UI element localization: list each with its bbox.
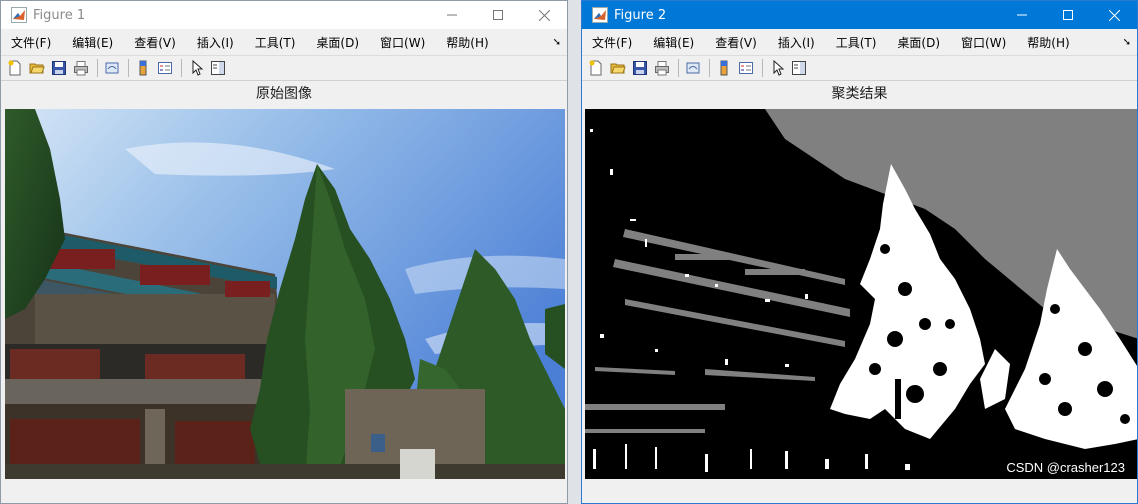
- close-button[interactable]: [521, 1, 567, 29]
- legend-icon[interactable]: [736, 58, 756, 78]
- menu-desktop[interactable]: 桌面(D): [885, 34, 949, 51]
- menu-insert[interactable]: 插入(I): [185, 34, 243, 51]
- menu-view[interactable]: 查看(V): [122, 34, 185, 51]
- open-folder-icon[interactable]: [27, 58, 47, 78]
- menu-help[interactable]: 帮助(H): [434, 34, 497, 51]
- menu-tools[interactable]: 工具(T): [824, 34, 886, 51]
- figure-toolbar: [582, 55, 1137, 81]
- edit-plot-arrow-icon[interactable]: [186, 58, 206, 78]
- titlebar[interactable]: Figure 1: [1, 1, 567, 29]
- minimize-button[interactable]: [999, 1, 1045, 29]
- colorbar-icon[interactable]: [133, 58, 153, 78]
- save-icon[interactable]: [630, 58, 650, 78]
- legend-icon[interactable]: [155, 58, 175, 78]
- dock-arrow-icon[interactable]: ➘: [1123, 37, 1131, 48]
- property-inspector-icon[interactable]: [208, 58, 228, 78]
- close-button[interactable]: [1091, 1, 1137, 29]
- titlebar[interactable]: Figure 2: [582, 1, 1137, 29]
- menu-help[interactable]: 帮助(H): [1015, 34, 1078, 51]
- matlab-icon: [11, 7, 27, 23]
- matlab-icon: [592, 7, 608, 23]
- menu-window[interactable]: 窗口(W): [368, 34, 434, 51]
- menu-edit[interactable]: 编辑(E): [641, 34, 703, 51]
- minimize-button[interactable]: [429, 1, 475, 29]
- new-file-icon[interactable]: [5, 58, 25, 78]
- print-icon[interactable]: [71, 58, 91, 78]
- figure-2-window[interactable]: Figure 2 文件(F) 编辑(E) 查看(V) 插入(I) 工具(T) 桌…: [581, 0, 1138, 504]
- axes-title: 聚类结果: [831, 86, 888, 102]
- maximize-button[interactable]: [1045, 1, 1091, 29]
- menu-desktop[interactable]: 桌面(D): [304, 34, 368, 51]
- menu-window[interactable]: 窗口(W): [949, 34, 1015, 51]
- axes-title: 原始图像: [256, 86, 312, 102]
- figure-1-window[interactable]: Figure 1 文件(F) 编辑(E) 查看(V) 插入(I) 工具(T) 桌…: [0, 0, 568, 504]
- original-image: [5, 109, 565, 481]
- menu-edit[interactable]: 编辑(E): [60, 34, 122, 51]
- status-bar: [582, 479, 1137, 503]
- open-folder-icon[interactable]: [608, 58, 628, 78]
- figure-toolbar: [1, 55, 567, 81]
- clustered-image: CSDN @crasher123: [585, 109, 1137, 481]
- property-inspector-icon[interactable]: [789, 58, 809, 78]
- link-figure-icon[interactable]: [102, 58, 122, 78]
- menu-tools[interactable]: 工具(T): [243, 34, 305, 51]
- menu-file[interactable]: 文件(F): [582, 34, 641, 51]
- window-title: Figure 2: [614, 7, 667, 23]
- colorbar-icon[interactable]: [714, 58, 734, 78]
- menu-file[interactable]: 文件(F): [1, 34, 60, 51]
- menu-insert[interactable]: 插入(I): [766, 34, 824, 51]
- menubar: 文件(F) 编辑(E) 查看(V) 插入(I) 工具(T) 桌面(D) 窗口(W…: [1, 29, 567, 55]
- watermark: CSDN @crasher123: [1006, 460, 1125, 475]
- print-icon[interactable]: [652, 58, 672, 78]
- link-figure-icon[interactable]: [683, 58, 703, 78]
- status-bar: [1, 479, 567, 503]
- save-icon[interactable]: [49, 58, 69, 78]
- menu-view[interactable]: 查看(V): [703, 34, 766, 51]
- new-file-icon[interactable]: [586, 58, 606, 78]
- maximize-button[interactable]: [475, 1, 521, 29]
- edit-plot-arrow-icon[interactable]: [767, 58, 787, 78]
- menubar: 文件(F) 编辑(E) 查看(V) 插入(I) 工具(T) 桌面(D) 窗口(W…: [582, 29, 1137, 55]
- window-title: Figure 1: [33, 7, 86, 23]
- dock-arrow-icon[interactable]: ➘: [553, 37, 561, 48]
